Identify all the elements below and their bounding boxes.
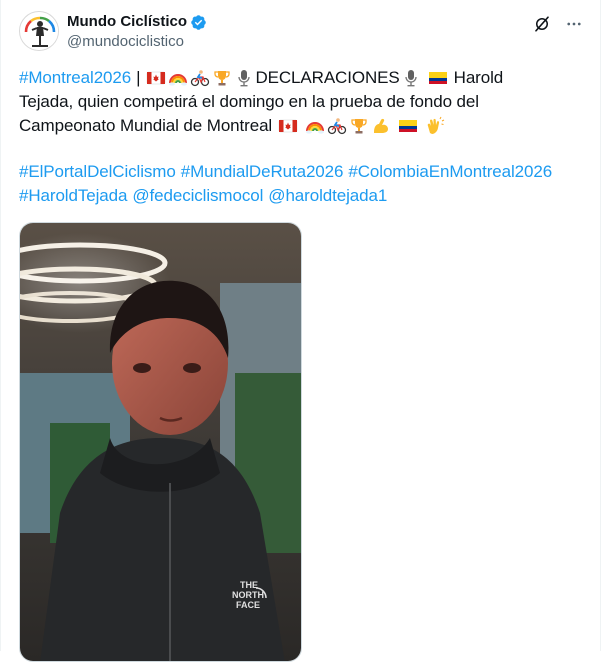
hashtag-elportaldelciclismo[interactable]: #ElPortalDelCiclismo [19, 160, 176, 184]
trophy-icon [212, 68, 232, 88]
hashtag-montreal2026[interactable]: #Montreal2026 [19, 66, 131, 90]
tweet-line-1: #Montreal2026 | DECLARACIONES Harold [19, 66, 589, 90]
svg-text:FACE: FACE [236, 600, 260, 610]
mention-haroldtejada1[interactable]: @haroldtejada1 [268, 184, 387, 208]
hashtag-mundialderuta2026[interactable]: #MundialDeRuta2026 [181, 160, 344, 184]
hashtag-haroldtejada[interactable]: #HaroldTejada [19, 184, 127, 208]
video-media[interactable]: THE NORTH FACE [19, 222, 302, 662]
tweet-card: Mundo Ciclístico @mundociclistico #Montr… [0, 0, 601, 662]
tweet-line-2: Tejada, quien competirá el domingo en la… [19, 90, 589, 114]
declaraciones-text: DECLARACIONES [255, 68, 400, 87]
grok-icon[interactable] [532, 14, 552, 34]
video-thumbnail: THE NORTH FACE [20, 223, 301, 661]
mention-fedeciclismocol[interactable]: @fedeciclismocol [132, 184, 263, 208]
more-icon[interactable] [564, 14, 584, 34]
tweet-text: #Montreal2026 | DECLARACIONES Harold Tej… [19, 66, 589, 208]
avatar[interactable] [19, 11, 59, 51]
microphone-icon [234, 68, 254, 88]
name-row: Mundo Ciclístico [67, 12, 207, 32]
cyclist-logo-icon [21, 13, 58, 50]
tweet-body-line-3: Campeonato Mundial de Montreal [19, 116, 273, 135]
colombia-flag-icon [398, 116, 418, 136]
tweet-line-3: Campeonato Mundial de Montreal [19, 114, 589, 138]
flexed-bicep-icon [371, 116, 391, 136]
display-name[interactable]: Mundo Ciclístico [67, 12, 187, 32]
cyclist-icon [190, 68, 210, 88]
trophy-icon [349, 116, 369, 136]
harold-text: Harold [453, 68, 504, 87]
tweet-line-4: #ElPortalDelCiclismo #MundialDeRuta2026 … [19, 160, 589, 184]
tweet-line-5: #HaroldTejada @fedeciclismocol @haroldte… [19, 184, 589, 208]
svg-text:NORTH: NORTH [232, 590, 264, 600]
tweet-header: Mundo Ciclístico @mundociclistico [19, 10, 584, 54]
rainbow-icon [305, 116, 325, 136]
separator: | [136, 68, 141, 87]
canada-flag-icon [146, 68, 166, 88]
colombia-flag-icon [428, 68, 448, 88]
clapping-hands-icon [425, 116, 445, 136]
microphone-icon [401, 68, 421, 88]
verified-badge-icon[interactable] [190, 14, 207, 31]
rainbow-icon [168, 68, 188, 88]
header-actions [532, 14, 584, 34]
canada-flag-icon [278, 116, 298, 136]
north-face-logo: THE [240, 580, 258, 590]
handle[interactable]: @mundociclistico [67, 32, 184, 52]
tweet-body-line-2: Tejada, quien competirá el domingo en la… [19, 92, 479, 111]
cyclist-icon [327, 116, 347, 136]
hashtag-colombiaenmontreal2026[interactable]: #ColombiaEnMontreal2026 [348, 160, 552, 184]
